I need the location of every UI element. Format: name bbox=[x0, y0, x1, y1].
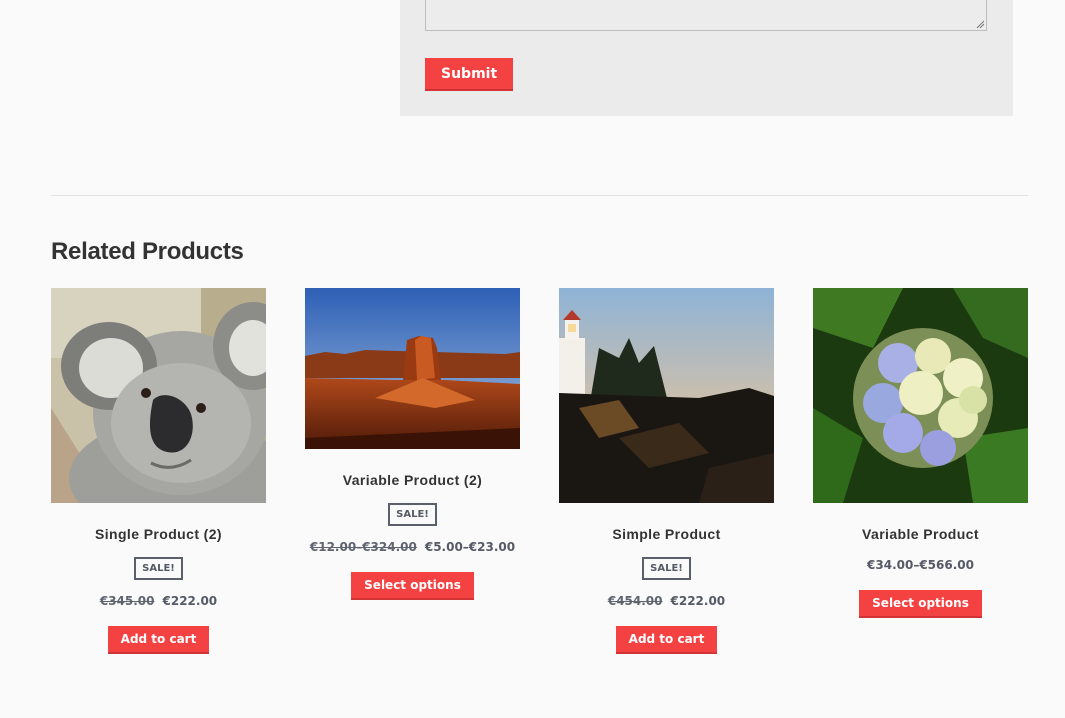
resize-handle-icon[interactable] bbox=[976, 20, 984, 28]
original-price: €12.00–€324.00 bbox=[309, 540, 417, 554]
product-card-simple-product: Simple Product SALE! €454.00 €222.00 Add … bbox=[559, 288, 774, 654]
product-image-desert-butte[interactable] bbox=[305, 288, 520, 449]
sale-price: €222.00 bbox=[670, 594, 726, 608]
select-options-button[interactable]: Select options bbox=[859, 590, 982, 618]
sale-price: €5.00–€23.00 bbox=[424, 540, 516, 554]
product-card-variable-product-2: Variable Product (2) SALE! €12.00–€324.0… bbox=[305, 288, 520, 600]
product-price: €454.00 €222.00 bbox=[559, 594, 774, 608]
sale-badge: SALE! bbox=[388, 503, 437, 526]
product-title[interactable]: Simple Product bbox=[559, 526, 774, 542]
review-form-panel: Submit bbox=[400, 0, 1013, 116]
submit-button[interactable]: Submit bbox=[425, 58, 514, 91]
product-price: €345.00 €222.00 bbox=[51, 594, 266, 608]
add-to-cart-button[interactable]: Add to cart bbox=[107, 626, 210, 654]
product-card-single-product-2: Single Product (2) SALE! €345.00 €222.00 … bbox=[51, 288, 266, 654]
comment-textarea[interactable] bbox=[425, 0, 987, 31]
product-image-koala[interactable] bbox=[51, 288, 266, 503]
add-to-cart-button[interactable]: Add to cart bbox=[615, 626, 718, 654]
sale-badge: SALE! bbox=[134, 557, 183, 580]
section-divider bbox=[51, 195, 1028, 196]
sale-badge: SALE! bbox=[642, 557, 691, 580]
product-price: €34.00–€566.00 bbox=[813, 558, 1028, 572]
product-title[interactable]: Variable Product bbox=[813, 526, 1028, 542]
product-title[interactable]: Variable Product (2) bbox=[305, 472, 520, 488]
select-options-button[interactable]: Select options bbox=[351, 572, 474, 600]
product-title[interactable]: Single Product (2) bbox=[51, 526, 266, 542]
price-range: €34.00–€566.00 bbox=[867, 558, 974, 572]
sale-price: €222.00 bbox=[162, 594, 218, 608]
original-price: €454.00 bbox=[607, 594, 663, 608]
original-price: €345.00 bbox=[99, 594, 155, 608]
product-card-variable-product: Variable Product €34.00–€566.00 Select o… bbox=[813, 288, 1028, 618]
product-image-lighthouse[interactable] bbox=[559, 288, 774, 503]
related-products-title: Related Products bbox=[51, 238, 244, 265]
product-price: €12.00–€324.00 €5.00–€23.00 bbox=[305, 540, 520, 554]
product-image-hydrangea[interactable] bbox=[813, 288, 1028, 503]
